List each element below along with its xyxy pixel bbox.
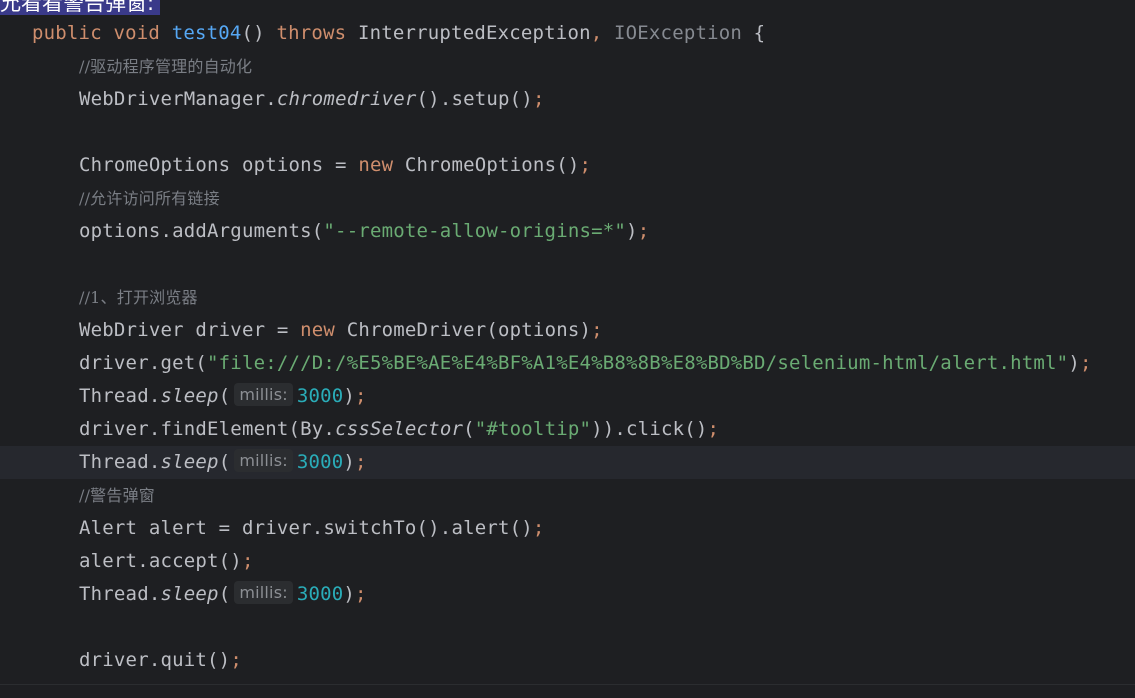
open-paren: ( xyxy=(218,451,231,473)
code-line-options[interactable]: ChromeOptions options = new ChromeOption… xyxy=(0,149,1135,182)
declaration: ChromeOptions options = xyxy=(79,154,359,176)
parameter-hint: millis: xyxy=(234,383,293,406)
code-line-comment[interactable]: //1、打开浏览器 xyxy=(0,281,1135,314)
code-line-add-arguments[interactable]: options.addArguments("--remote-allow-ori… xyxy=(0,215,1135,248)
code-line-new-driver[interactable]: WebDriver driver = new ChromeDriver(opti… xyxy=(0,314,1135,347)
semicolon: ; xyxy=(355,583,367,605)
static-call: chromedriver xyxy=(276,88,417,110)
open-paren: ( xyxy=(463,418,475,440)
keyword-new: new xyxy=(300,319,336,341)
semicolon: ; xyxy=(532,517,545,539)
code-line-driver-get[interactable]: driver.get("file:///D:/%E5%BE%AE%E4%BF%A… xyxy=(0,347,1135,380)
semicolon: ; xyxy=(579,154,592,176)
string-literal: "file:///D:/%E5%BE%AE%E4%BF%A1%E4%B8%8B%… xyxy=(207,352,1069,374)
number-literal: 3000 xyxy=(296,583,344,605)
keyword-throws: throws xyxy=(276,22,347,44)
call-tail: ().setup() xyxy=(416,88,533,110)
method-name: test04 xyxy=(171,22,242,44)
comma: , xyxy=(590,22,603,44)
code-line-accept[interactable]: alert.accept(); xyxy=(0,545,1135,578)
code-line-comment[interactable]: //警告弹窗 xyxy=(0,479,1135,512)
declaration: WebDriver driver = xyxy=(79,319,301,341)
call-tail: ) xyxy=(1068,352,1080,374)
code-line-driver-setup[interactable]: WebDriverManager.chromedriver().setup(); xyxy=(0,83,1135,116)
semicolon: ; xyxy=(707,418,720,440)
code-line-sleep[interactable]: Thread.sleep(millis: 3000); xyxy=(0,380,1135,413)
static-call: sleep xyxy=(160,451,219,473)
semicolon: ; xyxy=(591,319,603,341)
comment: //驱动程序管理的自动化 xyxy=(79,57,253,76)
code-line-switch-alert[interactable]: Alert alert = driver.switchTo().alert(); xyxy=(0,512,1135,545)
semicolon: ; xyxy=(1079,352,1092,374)
call-head: options.addArguments( xyxy=(79,220,324,242)
code-line-comment[interactable]: //驱动程序管理的自动化 xyxy=(0,50,1135,83)
statement: driver.quit() xyxy=(79,649,231,671)
semicolon: ; xyxy=(355,385,367,407)
class-ref: WebDriverManager. xyxy=(79,88,277,110)
number-literal: 3000 xyxy=(296,385,344,407)
comment: //1、打开浏览器 xyxy=(79,288,198,307)
code-editor[interactable]: 允看看警告弹窗: public void test04() throws Int… xyxy=(0,0,1135,698)
code-line-find-element[interactable]: driver.findElement(By.cssSelector("#tool… xyxy=(0,413,1135,446)
parameter-hint: millis: xyxy=(234,581,293,604)
top-caption: 允看看警告弹窗: xyxy=(0,0,161,15)
semicolon: ; xyxy=(637,220,650,242)
class-ref: Thread. xyxy=(79,451,161,473)
semicolon: ; xyxy=(532,88,545,110)
statement: Alert alert = driver.switchTo().alert() xyxy=(79,517,533,539)
semicolon: ; xyxy=(230,649,242,671)
code-line-sleep-current[interactable]: Thread.sleep(millis: 3000); xyxy=(0,446,1135,479)
static-call: sleep xyxy=(160,583,219,605)
static-call: cssSelector xyxy=(335,418,464,440)
close-paren: ) xyxy=(343,385,356,407)
code-line-quit[interactable]: driver.quit(); xyxy=(0,644,1135,677)
call-head: driver.get( xyxy=(79,352,208,374)
semicolon: ; xyxy=(241,550,254,572)
editor-bottom-edge xyxy=(0,684,1135,698)
close-paren: ) xyxy=(343,451,356,473)
static-call: sleep xyxy=(160,385,219,407)
number-literal: 3000 xyxy=(296,451,344,473)
call-tail: )).click() xyxy=(591,418,708,440)
method-parens: () xyxy=(241,22,265,44)
exception-type: InterruptedException xyxy=(357,22,591,44)
comment: //允许访问所有链接 xyxy=(79,189,220,208)
keyword-new: new xyxy=(358,154,394,176)
string-literal: "--remote-allow-origins=*" xyxy=(323,220,627,242)
code-line-sleep[interactable]: Thread.sleep(millis: 3000); xyxy=(0,578,1135,611)
semicolon: ; xyxy=(355,451,367,473)
keyword-void: void xyxy=(113,22,161,44)
close-paren: ) xyxy=(343,583,356,605)
class-ref: Thread. xyxy=(79,583,161,605)
keyword-public: public xyxy=(32,22,102,44)
open-paren: ( xyxy=(218,385,231,407)
code-line-method-signature[interactable]: public void test04() throws InterruptedE… xyxy=(0,17,1135,50)
comment: //警告弹窗 xyxy=(79,486,155,505)
code-line-comment[interactable]: //允许访问所有链接 xyxy=(0,182,1135,215)
constructor-call: ChromeOptions() xyxy=(404,154,580,176)
call-head: driver.findElement(By. xyxy=(79,418,336,440)
statement: alert.accept() xyxy=(79,550,242,572)
class-ref: Thread. xyxy=(79,385,161,407)
exception-type: IOException xyxy=(614,22,743,44)
call-tail: ) xyxy=(626,220,638,242)
parameter-hint: millis: xyxy=(234,449,293,472)
string-literal: "#tooltip" xyxy=(474,418,592,440)
constructor-call: ChromeDriver(options) xyxy=(346,319,592,341)
open-paren: ( xyxy=(218,583,231,605)
open-brace: { xyxy=(753,22,766,44)
